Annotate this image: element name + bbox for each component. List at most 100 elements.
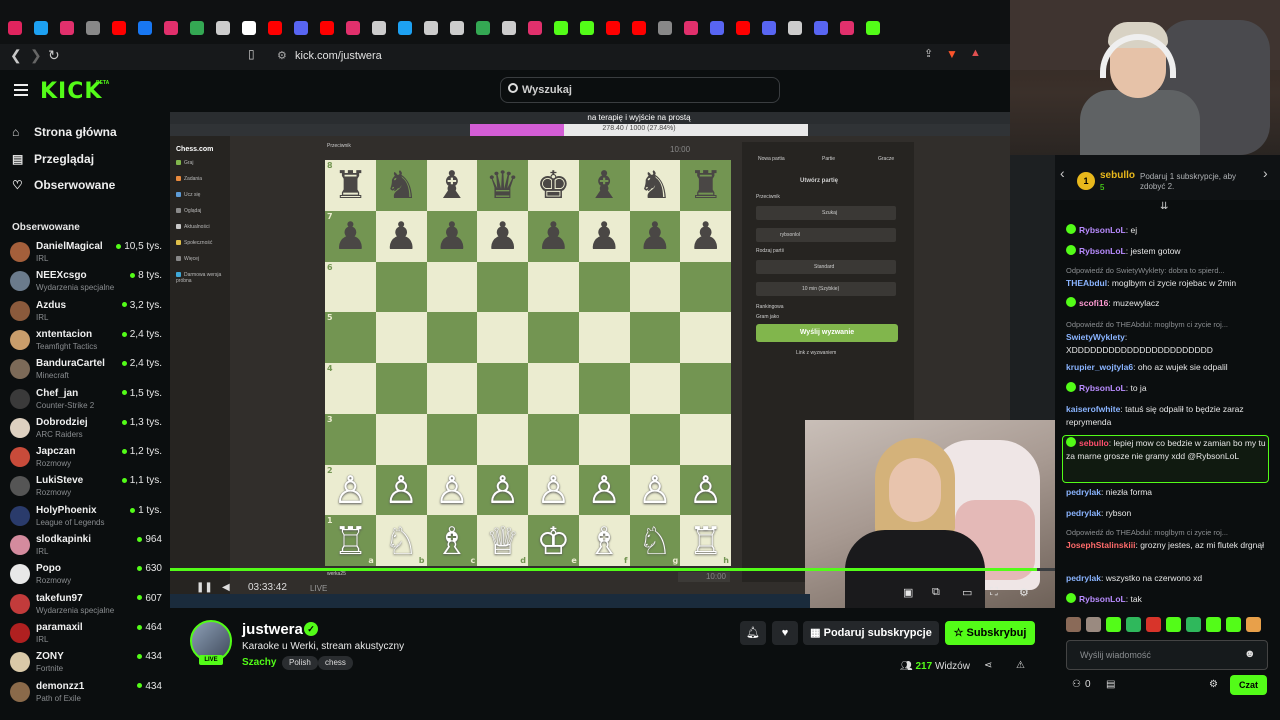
tag-chess[interactable]: chess	[318, 656, 353, 670]
browser-tab-favicon[interactable]	[346, 21, 360, 35]
share-icon[interactable]: ⋖	[984, 660, 992, 671]
browser-tab-favicon[interactable]	[840, 21, 854, 35]
emote-icon[interactable]	[1206, 617, 1221, 632]
browser-tab-favicon[interactable]	[320, 21, 334, 35]
browser-tab-favicon[interactable]	[86, 21, 100, 35]
following-item[interactable]: Japczan Rozmowy 1,2 tys.	[10, 445, 162, 473]
emote-icon[interactable]	[1066, 617, 1081, 632]
subscribe-button[interactable]: ☆ Subskrybuj	[945, 621, 1035, 645]
following-item[interactable]: HolyPhoenix League of Legends 1 tys.	[10, 504, 162, 532]
browser-tab-favicon[interactable]	[60, 21, 74, 35]
pinned-toggle-icon[interactable]: ⇊	[1160, 201, 1168, 212]
back-icon[interactable]: ❮	[10, 47, 22, 64]
chat-store-icon[interactable]: ▤	[1106, 679, 1115, 690]
browser-tab-favicon[interactable]	[164, 21, 178, 35]
site-info-icon[interactable]: ⚙	[277, 49, 287, 62]
following-item[interactable]: Popo Rozmowy 630	[10, 562, 162, 590]
stream-category[interactable]: Szachy	[242, 657, 276, 668]
browser-tab-favicon[interactable]	[242, 21, 256, 35]
emote-icon[interactable]	[1126, 617, 1141, 632]
share-page-icon[interactable]: ⇪	[924, 47, 933, 60]
forward-icon[interactable]: ❯	[30, 47, 42, 64]
chevron-left-icon[interactable]: ‹	[1060, 165, 1065, 181]
chat-username[interactable]: RybsonLoL	[1079, 594, 1126, 604]
reply-context[interactable]: Odpowiedź do SwietyWyklety: dobra to spi…	[1066, 264, 1272, 277]
reload-icon[interactable]: ↻	[48, 47, 60, 64]
browser-tab-favicon[interactable]	[580, 21, 594, 35]
browser-tab-favicon[interactable]	[684, 21, 698, 35]
following-item[interactable]: Dobrodziej ARC Raiders 1,3 tys.	[10, 416, 162, 444]
rewards-icon[interactable]: ▲	[970, 47, 981, 59]
video-player[interactable]: na terapię i wyjście na prostą 278.40 / …	[170, 112, 1055, 608]
browser-tab-favicon[interactable]	[450, 21, 464, 35]
tag-polish[interactable]: Polish	[282, 656, 318, 670]
browser-tab-favicon[interactable]	[398, 21, 412, 35]
chevron-right-icon[interactable]: ›	[1263, 165, 1268, 181]
menu-icon[interactable]	[14, 84, 28, 96]
browser-tab-favicon[interactable]	[632, 21, 646, 35]
chat-username[interactable]: scofi16	[1079, 298, 1108, 308]
report-icon[interactable]: ⚠	[1016, 660, 1025, 671]
browser-tab-favicon[interactable]	[34, 21, 48, 35]
browser-tab-favicon[interactable]	[658, 21, 672, 35]
pip-icon[interactable]: ▣	[903, 586, 913, 599]
browser-tab-favicon[interactable]	[606, 21, 620, 35]
following-item[interactable]: BanduraCartel Minecraft 2,4 tys.	[10, 357, 162, 385]
browser-tab-favicon[interactable]	[814, 21, 828, 35]
chat-input[interactable]: Wyślij wiadomość	[1066, 640, 1268, 670]
browser-tab-favicon[interactable]	[216, 21, 230, 35]
following-item[interactable]: xntentacion Teamfight Tactics 2,4 tys.	[10, 328, 162, 356]
volume-icon[interactable]: ◀	[222, 582, 230, 593]
nav-following[interactable]: ♡ Obserwowane	[12, 178, 115, 192]
browser-tab-favicon[interactable]	[372, 21, 386, 35]
browser-tab-favicon[interactable]	[476, 21, 490, 35]
emote-icon[interactable]	[1086, 617, 1101, 632]
following-item[interactable]: DanielMagical IRL 10,5 tys.	[10, 240, 162, 268]
following-item[interactable]: paramaxil IRL 464	[10, 621, 162, 649]
following-item[interactable]: Azdus IRL 3,2 tys.	[10, 299, 162, 327]
browser-tab-favicon[interactable]	[138, 21, 152, 35]
following-item[interactable]: slodkapinki IRL 964	[10, 533, 162, 561]
emote-icon[interactable]	[1106, 617, 1121, 632]
chat-username[interactable]: RybsonLoL	[1079, 225, 1126, 235]
browser-tab-favicon[interactable]	[762, 21, 776, 35]
pause-icon[interactable]: ❚❚	[196, 582, 213, 593]
gift-subs-button[interactable]: ▦ Podaruj subskrypcje	[803, 621, 939, 645]
chat-send-button[interactable]: Czat	[1230, 675, 1267, 695]
chat-username[interactable]: pedrylak	[1066, 487, 1101, 497]
brave-shield-icon[interactable]: ▼	[946, 47, 958, 61]
following-item[interactable]: demonzz1 Path of Exile 434	[10, 680, 162, 708]
following-item[interactable]: Chef_jan Counter-Strike 2 1,5 tys.	[10, 387, 162, 415]
nav-browse[interactable]: ▤ Przeglądaj	[12, 152, 94, 166]
clip-icon[interactable]: ⧉	[932, 586, 940, 599]
emote-icon[interactable]	[1146, 617, 1161, 632]
notification-bell-icon[interactable]: 🔔︎	[740, 621, 766, 645]
reply-context[interactable]: Odpowiedź do THEAbdul: moglbym ci zycie …	[1066, 318, 1272, 331]
following-item[interactable]: NEEXcsgo Wydarzenia specjalne 8 tys.	[10, 269, 162, 297]
browser-tab-favicon[interactable]	[710, 21, 724, 35]
browser-tab-favicon[interactable]	[736, 21, 750, 35]
nav-home[interactable]: ⌂ Strona główna	[12, 125, 117, 139]
channel-name[interactable]: justwera	[242, 621, 303, 638]
chat-username[interactable]: SwietyWyklety	[1066, 332, 1125, 342]
points-icon[interactable]: ⚇	[1072, 679, 1081, 690]
chat-username[interactable]: JosephStalinskiii	[1066, 540, 1135, 550]
emote-icon[interactable]	[1166, 617, 1181, 632]
following-item[interactable]: ZONY Fortnite 434	[10, 650, 162, 678]
browser-tab-favicon[interactable]	[502, 21, 516, 35]
browser-tab-favicon[interactable]	[112, 21, 126, 35]
kick-logo[interactable]: KICK	[40, 79, 102, 104]
browser-tab-favicon[interactable]	[8, 21, 22, 35]
browser-tab-favicon[interactable]	[190, 21, 204, 35]
reply-context[interactable]: Odpowiedź do THEAbdul: moglbym ci zycie …	[1066, 526, 1272, 539]
emoji-picker-icon[interactable]: ☻	[1244, 648, 1256, 660]
chat-settings-icon[interactable]: ⚙	[1209, 679, 1218, 690]
browser-tab-favicon[interactable]	[866, 21, 880, 35]
chat-username[interactable]: pedrylak	[1066, 508, 1101, 518]
video-progress-bar[interactable]	[170, 568, 1055, 571]
chat-username[interactable]: kaiserofwhite	[1066, 404, 1120, 414]
following-item[interactable]: LukiSteve Rozmowy 1,1 tys.	[10, 474, 162, 502]
browser-tab-favicon[interactable]	[424, 21, 438, 35]
browser-tab-favicon[interactable]	[294, 21, 308, 35]
fullscreen-icon[interactable]: ⛶	[990, 586, 998, 599]
